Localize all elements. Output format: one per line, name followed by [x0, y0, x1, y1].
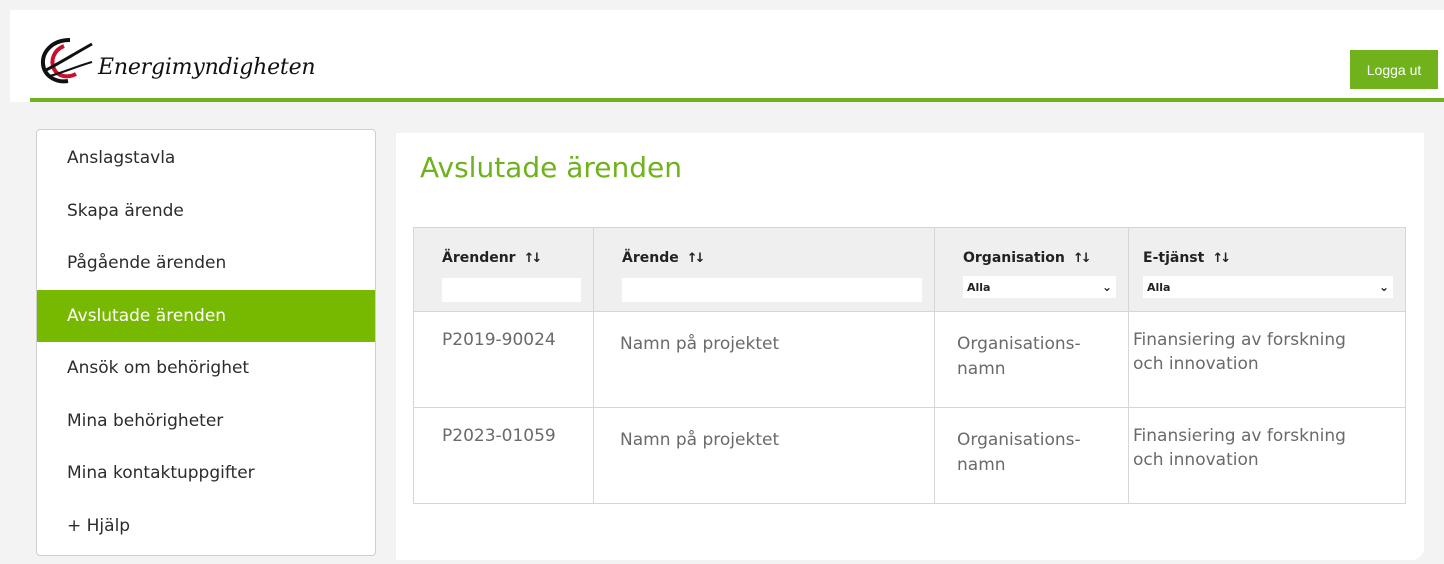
cell-arendenr[interactable]: P2023-01059 — [413, 407, 594, 504]
column-label: Organisation — [963, 250, 1065, 266]
cell-e-tjanst: Finansiering av forskning och innovation — [1128, 407, 1406, 504]
chevron-down-icon: ⌄ — [1378, 280, 1389, 294]
column-label: E-tjänst — [1143, 250, 1205, 266]
sort-arende[interactable]: Ärende ↑↓ — [622, 250, 922, 266]
sidebar-nav: Anslagstavla Skapa ärende Pågående ärend… — [36, 129, 376, 556]
main-panel: Avslutade ärenden Ärendenr ↑↓ Ärende ↑↓ — [396, 133, 1424, 560]
sort-icon[interactable]: ↑↓ — [687, 251, 706, 266]
sidebar-item-mina-kontaktuppgifter[interactable]: Mina kontaktuppgifter — [37, 447, 375, 500]
filter-arendenr-input[interactable] — [442, 278, 581, 302]
column-header-arende: Ärende ↑↓ — [593, 227, 935, 312]
sort-icon[interactable]: ↑↓ — [1212, 251, 1231, 266]
table-row[interactable]: P2023-01059 Namn på projektet Organisati… — [413, 407, 1406, 504]
filter-organisation-select[interactable]: Alla ⌄ — [963, 276, 1116, 298]
sort-icon[interactable]: ↑↓ — [1073, 251, 1092, 266]
filter-arende-input[interactable] — [622, 278, 922, 302]
column-header-organisation: Organisation ↑↓ Alla ⌄ — [934, 227, 1129, 312]
chevron-down-icon: ⌄ — [1101, 280, 1112, 294]
e-tjanst-name: Finansiering av forskning och innovation — [1133, 330, 1346, 374]
cell-arende: Namn på projektet — [593, 311, 935, 408]
select-value: Alla — [1147, 280, 1171, 294]
sort-e-tjanst[interactable]: E-tjänst ↑↓ — [1143, 250, 1393, 266]
column-label: Ärende — [622, 250, 679, 266]
organisation-name: Organisations-namn — [957, 430, 1081, 475]
sort-arendenr[interactable]: Ärendenr ↑↓ — [442, 250, 581, 266]
table-row[interactable]: P2019-90024 Namn på projektet Organisati… — [413, 311, 1406, 408]
column-label: Ärendenr — [442, 250, 516, 266]
top-strip — [0, 0, 1444, 10]
page-title: Avslutade ärenden — [420, 151, 683, 184]
header-divider — [30, 98, 1444, 102]
sidebar-item-avslutade-arenden[interactable]: Avslutade ärenden — [37, 289, 375, 342]
sidebar-item-skapa-arende[interactable]: Skapa ärende — [37, 185, 375, 238]
sort-icon[interactable]: ↑↓ — [524, 251, 543, 266]
sidebar-item-pagaende-arenden[interactable]: Pågående ärenden — [37, 237, 375, 290]
sidebar-item-ansok-om-behorighet[interactable]: Ansök om behörighet — [37, 342, 375, 395]
column-header-e-tjanst: E-tjänst ↑↓ Alla ⌄ — [1128, 227, 1406, 312]
cell-organisation: Organisations-namn — [934, 311, 1129, 408]
logout-button[interactable]: Logga ut — [1350, 50, 1438, 89]
sort-organisation[interactable]: Organisation ↑↓ — [963, 250, 1116, 266]
cell-arendenr[interactable]: P2019-90024 — [413, 311, 594, 408]
cell-arende: Namn på projektet — [593, 407, 935, 504]
sidebar-item-mina-behorigheter[interactable]: Mina behörigheter — [37, 395, 375, 448]
cases-table: Ärendenr ↑↓ Ärende ↑↓ Organisation ↑↓ Al… — [413, 227, 1406, 504]
cell-e-tjanst: Finansiering av forskning och innovation — [1128, 311, 1406, 408]
sidebar-item-anslagstavla[interactable]: Anslagstavla — [37, 132, 375, 185]
filter-e-tjanst-select[interactable]: Alla ⌄ — [1143, 276, 1393, 298]
logo-text: Energimyndigheten — [98, 54, 316, 80]
e-tjanst-name: Finansiering av forskning och innovation — [1133, 426, 1346, 470]
header: Energimyndigheten Logga ut — [10, 10, 1444, 102]
organisation-name: Organisations-namn — [957, 334, 1081, 379]
column-header-arendenr: Ärendenr ↑↓ — [413, 227, 594, 312]
sidebar-item-hjalp[interactable]: + Hjälp — [37, 500, 375, 553]
energimyndigheten-logo-icon — [40, 38, 93, 84]
select-value: Alla — [967, 280, 991, 294]
cell-organisation: Organisations-namn — [934, 407, 1129, 504]
logo[interactable]: Energimyndigheten — [40, 36, 316, 86]
